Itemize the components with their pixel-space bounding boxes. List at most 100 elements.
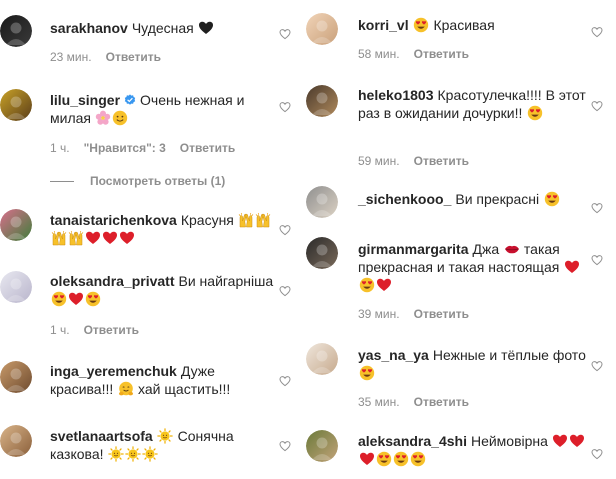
smiling-face-emoji-icon [113, 110, 128, 126]
like-heart-icon[interactable] [279, 224, 291, 236]
red-heart-emoji-icon [359, 452, 374, 465]
avatar[interactable] [0, 425, 32, 457]
comment-text: Неймовірна [470, 433, 552, 449]
reply-button[interactable]: Ответить [414, 307, 469, 321]
comment-timestamp[interactable]: 39 мин. [358, 307, 400, 321]
reply-button[interactable]: Ответить [106, 50, 161, 64]
comment-meta: 39 мин. Ответить [358, 307, 483, 321]
avatar[interactable] [0, 271, 32, 303]
comment-text: Ви прекрасні [455, 191, 544, 207]
avatar[interactable] [306, 13, 338, 45]
comment-body: _sichenkooo_ Ви прекрасні [358, 190, 590, 208]
like-heart-icon[interactable] [279, 101, 291, 113]
username-link[interactable]: girmanmargarita [358, 241, 468, 257]
reply-button[interactable]: Ответить [414, 395, 469, 409]
comment-text: Нежные и тёплые фото [432, 347, 586, 363]
like-heart-icon[interactable] [279, 28, 291, 40]
like-heart-icon[interactable] [591, 100, 603, 112]
avatar[interactable] [0, 209, 32, 241]
comment-timestamp[interactable]: 59 мин. [358, 154, 400, 168]
avatar[interactable] [0, 89, 32, 121]
red-heart-emoji-icon [85, 231, 100, 244]
reply-button[interactable]: Ответить [414, 154, 469, 168]
comment-body: tanaistarichenkova Красуня [50, 211, 275, 247]
comment-timestamp[interactable]: 35 мин. [358, 395, 400, 409]
username-link[interactable]: inga_yeremenchuk [50, 363, 177, 379]
hugging-face-emoji-icon [118, 381, 133, 396]
comment-text: Красуня [180, 212, 238, 228]
like-heart-icon[interactable] [591, 202, 603, 214]
avatar[interactable] [306, 186, 338, 218]
username-link[interactable]: lilu_singer [50, 92, 120, 108]
comment-meta: 23 мин. Ответить [50, 50, 175, 64]
comment-timestamp[interactable]: 58 мин. [358, 47, 400, 61]
heart-eyes-emoji-icon [410, 451, 425, 467]
comment-body: sarakhanov Чудесная [50, 19, 275, 37]
comment-body: yas_na_ya Нежные и тёплые фото [358, 346, 590, 382]
comment-body: korri_vl Красивая [358, 16, 590, 34]
reply-button[interactable]: Ответить [414, 47, 469, 61]
avatar[interactable] [306, 237, 338, 269]
heart-eyes-emoji-icon [359, 365, 374, 381]
comment-body: oleksandra_privatt Ви найгарніша [50, 272, 275, 308]
reply-button[interactable]: Ответить [84, 323, 139, 337]
username-link[interactable]: oleksandra_privatt [50, 273, 175, 289]
comment-body: svetlanaartsofa Сонячна казкова! [50, 427, 275, 463]
red-heart-emoji-icon [376, 278, 391, 291]
sun-with-face-emoji-icon [157, 428, 173, 444]
view-replies-button[interactable]: Посмотреть ответы (1) [50, 174, 225, 188]
like-heart-icon[interactable] [591, 360, 603, 372]
username-link[interactable]: heleko1803 [358, 87, 434, 103]
username-link[interactable]: aleksandra_4shi [358, 433, 467, 449]
like-heart-icon[interactable] [591, 254, 603, 266]
red-heart-emoji-icon [119, 231, 134, 244]
heart-eyes-emoji-icon [393, 451, 408, 467]
sun-with-face-emoji-icon [142, 446, 158, 462]
comment-timestamp[interactable]: 23 мин. [50, 50, 92, 64]
red-heart-emoji-icon [102, 231, 117, 244]
username-link[interactable]: svetlanaartsofa [50, 428, 153, 444]
avatar[interactable] [0, 361, 32, 393]
comment-meta: 58 мин. Ответить [358, 47, 483, 61]
comment-text-continued: Красивая [429, 17, 495, 33]
comments-panel: sarakhanov Чудесная 23 мин. Ответить lilu_… [0, 0, 616, 479]
username-link[interactable]: sarakhanov [50, 20, 128, 36]
replies-divider [50, 181, 74, 183]
reply-button[interactable]: Ответить [180, 141, 235, 155]
like-heart-icon[interactable] [279, 440, 291, 452]
comment-body: heleko1803 Красотулечка!!!! В этот раз в … [358, 86, 590, 122]
raising-hands-emoji-icon [51, 230, 66, 246]
heart-eyes-emoji-icon [527, 105, 542, 121]
comment-meta: 1 ч. "Нравится": 3 Ответить [50, 141, 249, 155]
comment-text: Джа [472, 241, 504, 257]
username-link[interactable]: _sichenkooo_ [358, 191, 451, 207]
avatar[interactable] [0, 15, 32, 47]
heart-eyes-emoji-icon [413, 17, 429, 33]
comment-body: lilu_singer Очень нежная и милая [50, 91, 275, 127]
verified-badge-icon [124, 94, 136, 105]
view-replies-label: Посмотреть ответы (1) [90, 174, 226, 188]
username-link[interactable]: korri_vl [358, 17, 409, 33]
like-heart-icon[interactable] [279, 285, 291, 297]
like-heart-icon[interactable] [279, 375, 291, 387]
sun-with-face-emoji-icon [125, 446, 141, 462]
avatar[interactable] [306, 85, 338, 117]
username-link[interactable]: tanaistarichenkova [50, 212, 177, 228]
raising-hands-emoji-icon [68, 230, 83, 246]
username-link[interactable]: yas_na_ya [358, 347, 429, 363]
comment-body: aleksandra_4shi Неймовірна [358, 432, 590, 468]
heart-eyes-emoji-icon [376, 451, 391, 467]
avatar[interactable] [306, 430, 338, 462]
like-heart-icon[interactable] [591, 448, 603, 460]
comment-timestamp[interactable]: 1 ч. [50, 323, 70, 337]
likes-count[interactable]: "Нравится": 3 [84, 141, 166, 155]
black-heart-emoji-icon [199, 21, 214, 34]
comment-text: Ви найгарніша [178, 273, 274, 289]
comment-meta: 59 мин. Ответить [358, 154, 483, 168]
avatar[interactable] [306, 343, 338, 375]
heart-eyes-emoji-icon [85, 291, 100, 307]
comment-timestamp[interactable]: 1 ч. [50, 141, 70, 155]
heart-eyes-emoji-icon [359, 277, 374, 293]
like-heart-icon[interactable] [591, 26, 603, 38]
cherry-blossom-emoji-icon [96, 110, 111, 125]
